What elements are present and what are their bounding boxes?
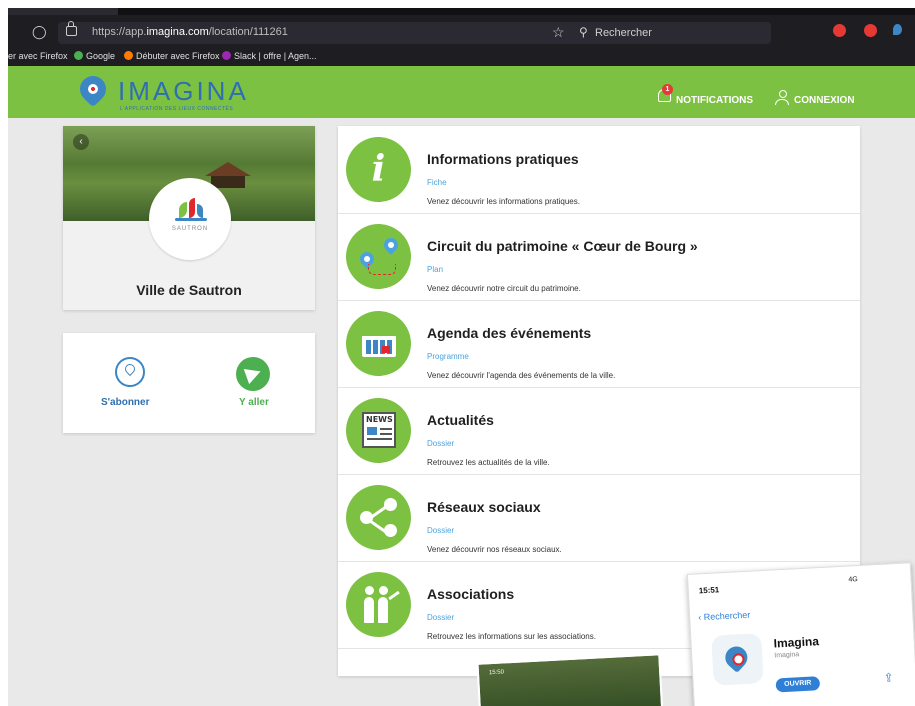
item-description: Venez découvrir l'agenda des événements … bbox=[427, 371, 616, 380]
item-title: Réseaux sociaux bbox=[427, 499, 541, 515]
item-type: Dossier bbox=[427, 526, 455, 535]
google-icon bbox=[74, 51, 83, 60]
app-developer: Imagina bbox=[774, 651, 800, 660]
bookmarks-bar: er avec Firefox Google Débuter avec Fire… bbox=[8, 48, 915, 66]
list-item[interactable]: NEWS Actualités Dossier Retrouvez les ac… bbox=[338, 387, 860, 475]
item-type: Programme bbox=[427, 352, 469, 361]
app-name: Imagina bbox=[773, 634, 820, 651]
active-tab[interactable] bbox=[8, 8, 118, 15]
back-arrow-icon[interactable]: ‹ bbox=[73, 134, 89, 150]
item-description: Venez découvrir les informations pratiqu… bbox=[427, 197, 580, 206]
url-host: imagina.com bbox=[146, 26, 209, 38]
tab-strip bbox=[8, 8, 915, 15]
emblem-leaf bbox=[189, 198, 195, 218]
emblem-wave bbox=[175, 218, 207, 221]
list-item[interactable]: Agenda des événements Programme Venez dé… bbox=[338, 300, 860, 388]
url-prefix: https://app. bbox=[92, 26, 147, 38]
back-search-link[interactable]: ‹ Rechercher bbox=[698, 610, 750, 623]
back-search-label: Rechercher bbox=[703, 609, 751, 623]
phone-status-time: 15:51 bbox=[698, 585, 720, 596]
signal-indicator: 4G bbox=[848, 576, 858, 584]
app-store-screenshot: 15:51 4G ‹ Rechercher Imagina Imagina OU… bbox=[686, 562, 915, 706]
bookmark-star-icon[interactable]: ☆ bbox=[552, 24, 565, 41]
item-description: Retrouvez les informations sur les assoc… bbox=[427, 632, 596, 641]
item-description: Retrouvez les actualités de la ville. bbox=[427, 458, 550, 467]
newspaper-icon: NEWS bbox=[346, 398, 411, 463]
share-icon bbox=[346, 485, 411, 550]
bookmark-label: Débuter avec Firefox bbox=[136, 51, 220, 61]
list-item[interactable]: Réseaux sociaux Dossier Venez découvrir … bbox=[338, 474, 860, 562]
city-emblem: SAUTRON bbox=[149, 178, 231, 260]
browser-chrome: ◯ https://app.imagina.com/location/11126… bbox=[8, 8, 915, 66]
bookmark-item[interactable]: Google bbox=[74, 51, 115, 61]
pinterest-extension-icon[interactable] bbox=[864, 24, 877, 37]
app-icon bbox=[711, 633, 764, 686]
subscribe-button[interactable]: S'abonner bbox=[101, 397, 150, 408]
bookmark-item[interactable]: er avec Firefox bbox=[8, 51, 68, 61]
item-title: Informations pratiques bbox=[427, 151, 579, 167]
item-description: Venez découvrir nos réseaux sociaux. bbox=[427, 545, 562, 554]
people-icon bbox=[346, 572, 411, 637]
search-input[interactable] bbox=[595, 25, 765, 41]
login-link[interactable]: CONNEXION bbox=[794, 95, 855, 106]
item-title: Agenda des événements bbox=[427, 325, 592, 341]
item-type: Plan bbox=[427, 265, 444, 274]
item-title: Circuit du patrimoine « Cœur de Bourg » bbox=[427, 238, 698, 254]
slack-icon bbox=[222, 51, 231, 60]
brand-name[interactable]: IMAGINA bbox=[118, 76, 249, 107]
url-text: https://app.imagina.com/location/111261 bbox=[92, 26, 288, 38]
firefox-icon bbox=[124, 51, 133, 60]
map-pins-icon bbox=[346, 224, 411, 289]
emblem-caption: SAUTRON bbox=[171, 226, 209, 232]
brand-tagline: L'APPLICATION DES LIEUX CONNECTÉS bbox=[120, 106, 234, 112]
emblem-leaf bbox=[197, 204, 203, 218]
pavilion-base bbox=[211, 176, 245, 188]
item-description: Venez découvrir notre circuit du patrimo… bbox=[427, 284, 581, 293]
shield-icon[interactable]: ◯ bbox=[32, 24, 47, 40]
adblock-extension-icon[interactable] bbox=[833, 24, 846, 37]
phone-status-time: 15:50 bbox=[488, 669, 505, 677]
list-item[interactable]: Circuit du patrimoine « Cœur de Bourg » … bbox=[338, 213, 860, 301]
lock-icon bbox=[66, 21, 77, 36]
navigate-arrow-icon[interactable] bbox=[236, 357, 270, 391]
item-title: Actualités bbox=[427, 412, 494, 428]
phone-screenshot-preview: 15:50 bbox=[476, 653, 664, 706]
item-type: Dossier bbox=[427, 439, 455, 448]
bookmark-item[interactable]: Débuter avec Firefox bbox=[124, 51, 220, 61]
pavilion-roof bbox=[205, 162, 251, 176]
share-icon[interactable]: ⇪ bbox=[883, 670, 894, 685]
nav-bar: ◯ https://app.imagina.com/location/11126… bbox=[8, 18, 915, 46]
open-app-button[interactable]: OUVRIR bbox=[775, 676, 821, 693]
search-bar[interactable]: ⚲ bbox=[571, 22, 771, 44]
notifications-link[interactable]: NOTIFICATIONS bbox=[676, 95, 753, 106]
site-header: IMAGINA L'APPLICATION DES LIEUX CONNECTÉ… bbox=[8, 66, 915, 118]
bookmark-item[interactable]: Slack | offre | Agen... bbox=[222, 51, 317, 61]
go-button[interactable]: Y aller bbox=[239, 397, 269, 408]
subscribe-pin-icon[interactable] bbox=[115, 357, 145, 387]
item-type: Fiche bbox=[427, 178, 447, 187]
bookmark-label: Slack | offre | Agen... bbox=[234, 51, 317, 61]
item-type: Dossier bbox=[427, 613, 455, 622]
list-item[interactable]: i Informations pratiques Fiche Venez déc… bbox=[338, 126, 860, 214]
screenshot-frame: ◯ https://app.imagina.com/location/11126… bbox=[8, 8, 915, 706]
actions-card: S'abonner Y aller bbox=[63, 333, 315, 433]
notification-badge: 1 bbox=[662, 84, 673, 95]
place-card: ‹ SAUTRON Ville de Sautron bbox=[63, 126, 315, 310]
user-icon[interactable] bbox=[775, 90, 789, 105]
item-title: Associations bbox=[427, 586, 515, 602]
bookmark-label: Google bbox=[86, 51, 116, 61]
url-path: /location/111261 bbox=[208, 26, 288, 38]
info-icon: i bbox=[346, 137, 411, 202]
logo-pin-icon[interactable] bbox=[74, 70, 112, 108]
place-name: Ville de Sautron bbox=[136, 282, 242, 298]
url-bar[interactable]: https://app.imagina.com/location/111261 … bbox=[58, 21, 588, 44]
calendar-icon bbox=[346, 311, 411, 376]
drop-extension-icon[interactable] bbox=[893, 24, 902, 35]
search-icon: ⚲ bbox=[579, 25, 588, 39]
emblem-leaf bbox=[179, 202, 187, 218]
